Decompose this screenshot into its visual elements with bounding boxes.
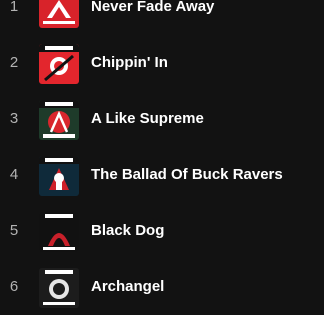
track-number: 6 [9,278,19,295]
track-number: 1 [9,0,19,15]
samurai-album-cover-icon [39,156,79,196]
samurai-album-cover-icon [39,268,79,308]
track-title: Never Fade Away [91,0,215,15]
track-number: 2 [9,54,19,71]
track-title: The Ballad Of Buck Ravers [91,166,283,183]
track-row-2[interactable]: 2 Chippin' In [0,35,324,91]
track-row-3[interactable]: 3 A Like Supreme [0,91,324,147]
track-title: Chippin' In [91,54,168,71]
track-row-5[interactable]: 5 Black Dog [0,203,324,259]
samurai-album-cover-icon [39,100,79,140]
samurai-album-cover-icon [39,0,79,28]
track-number: 5 [9,222,19,239]
track-row-4[interactable]: 4 The Ballad Of Buck Ravers [0,147,324,203]
track-number: 4 [9,166,19,183]
track-row-1[interactable]: 1 Never Fade Away [0,0,324,35]
samurai-album-cover-icon [39,212,79,252]
track-row-6[interactable]: 6 Archangel [0,259,324,315]
track-number: 3 [9,110,19,127]
samurai-album-cover-icon [39,44,79,84]
track-title: Archangel [91,278,165,295]
track-title: A Like Supreme [91,110,204,127]
tracklist: 1 Never Fade Away 2 Chippin' In 3 A Like… [0,0,324,315]
track-title: Black Dog [91,222,165,239]
